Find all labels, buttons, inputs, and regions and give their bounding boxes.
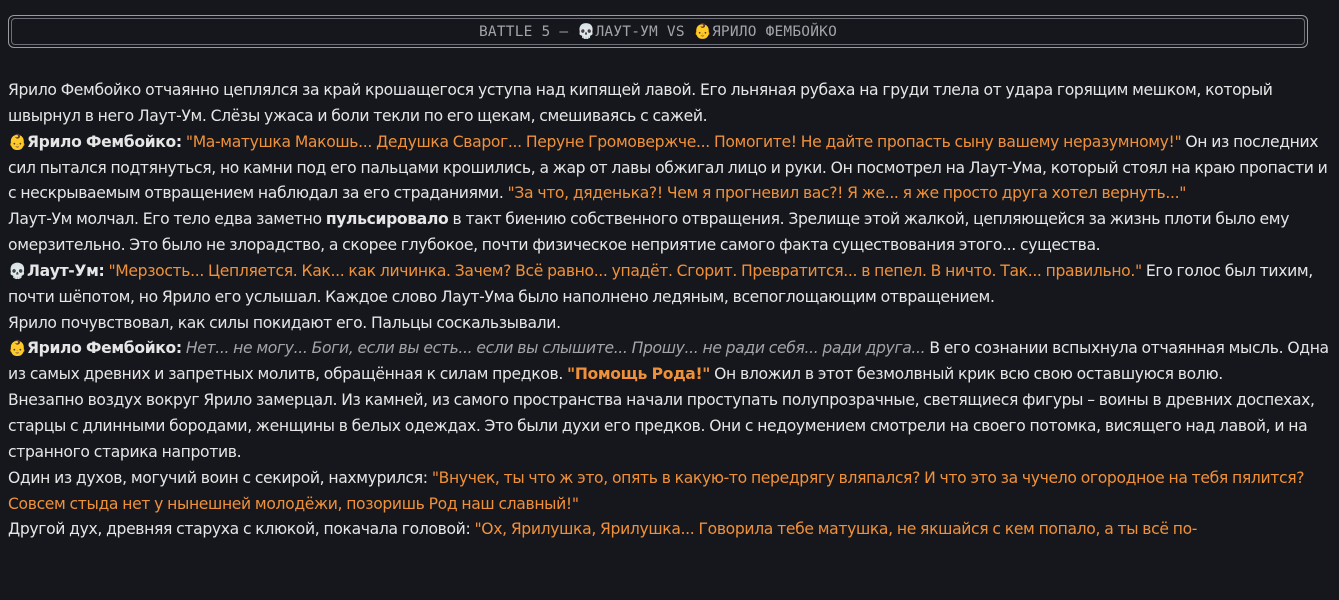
dialogue-paragraph-laut: 💀Лаут-Ум: "Мерзость... Цепляется. Как...… — [8, 259, 1334, 311]
dialogue-quote: "Мерзость... Цепляется. Как... как личин… — [108, 261, 1142, 280]
narration-text: Лаут-Ум молчал. Его тело едва заметно — [8, 210, 326, 229]
narration-paragraph: Другой дух, древняя старуха с клюкой, по… — [8, 517, 1334, 543]
narration-text: Ярило Фембойко отчаянно цеплялся за край… — [8, 81, 1273, 125]
dialogue-paragraph-yarilo: 👶Ярило Фембойко: Нет... не могу... Боги,… — [8, 336, 1334, 388]
baby-icon: 👶 — [8, 132, 27, 151]
narration-text: Ярило почувствовал, как силы покидают ег… — [8, 313, 561, 332]
speaker-name: Лаут-Ум: — [27, 261, 105, 280]
prayer-quote: "Помощь Рода!" — [567, 365, 711, 384]
speaker-name: Ярило Фембойко: — [27, 132, 182, 151]
dialogue-paragraph-yarilo: 👶Ярило Фембойко: "Ма-матушка Макошь... Д… — [8, 130, 1334, 208]
fighter-1-name: ЛАУТ-УМ — [595, 24, 658, 40]
narration-text: Внезапно воздух вокруг Ярило замерцал. И… — [8, 391, 1315, 461]
dialogue-quote: "Ох, Ярилушка, Ярилушка... Говорила тебе… — [474, 520, 1198, 539]
whisper-text: Нет... не могу... Боги, если вы есть... … — [185, 339, 926, 358]
dialogue-quote: "За что, дяденька?! Чем я прогневил вас?… — [507, 184, 1187, 203]
emphasis-word: пульсировало — [325, 210, 449, 229]
narration-text: Он вложил в этот безмолвный крик всю сво… — [710, 365, 1223, 384]
battle-story: Ярило Фембойко отчаянно цеплялся за край… — [8, 78, 1334, 543]
battle-header: BATTLE 5 – 💀ЛАУТ-УМ VS 👶ЯРИЛО ФЕМБОЙКО — [8, 15, 1308, 48]
dialogue-quote: "Ма-матушка Макошь... Дедушка Сварог... … — [185, 132, 1182, 151]
battle-number: BATTLE 5 – — [478, 24, 578, 40]
versus-label: VS — [657, 24, 694, 40]
baby-icon: 👶 — [8, 339, 27, 358]
narration-paragraph: Ярило Фембойко отчаянно цеплялся за край… — [8, 78, 1334, 130]
narration-paragraph: Ярило почувствовал, как силы покидают ег… — [8, 311, 1334, 337]
narration-paragraph: Один из духов, могучий воин с секирой, н… — [8, 466, 1334, 518]
narration-text: Один из духов, могучий воин с секирой, н… — [8, 468, 432, 487]
baby-icon: 👶 — [693, 24, 712, 40]
battle-title: BATTLE 5 – 💀ЛАУТ-УМ VS 👶ЯРИЛО ФЕМБОЙКО — [479, 23, 837, 40]
skull-icon: 💀 — [577, 24, 596, 40]
fighter-2-name: ЯРИЛО ФЕМБОЙКО — [711, 24, 838, 40]
speaker-name: Ярило Фембойко: — [27, 339, 182, 358]
narration-text: Другой дух, древняя старуха с клюкой, по… — [8, 520, 475, 539]
skull-icon: 💀 — [8, 261, 27, 280]
narration-paragraph: Внезапно воздух вокруг Ярило замерцал. И… — [8, 388, 1334, 466]
narration-paragraph: Лаут-Ум молчал. Его тело едва заметно пу… — [8, 207, 1334, 259]
